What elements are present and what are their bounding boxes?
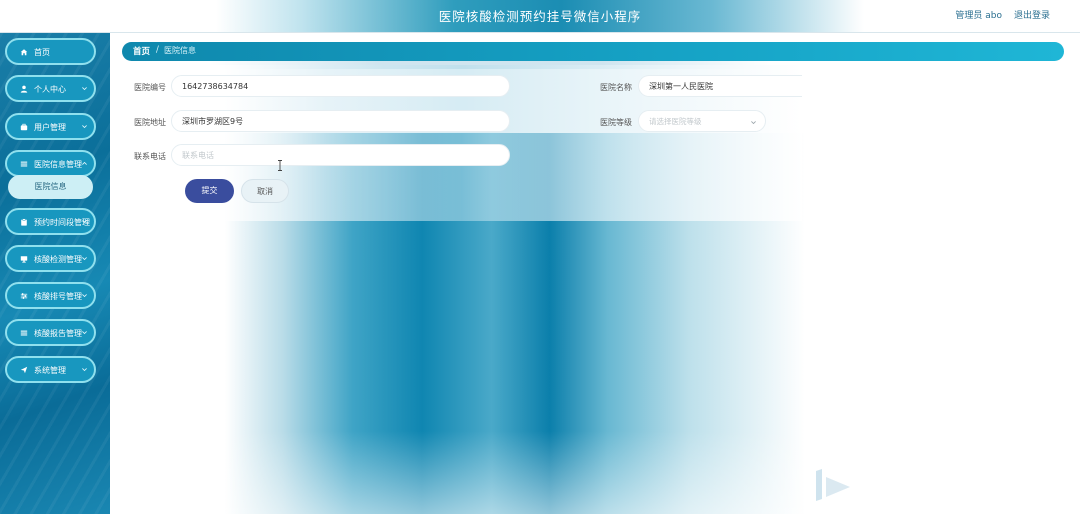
phone-field[interactable]: 联系电话 (171, 144, 510, 166)
hospital-address-label: 医院地址 (134, 118, 166, 127)
sidebar-item-personal-center[interactable]: 个人中心 (5, 75, 96, 102)
chevron-down-icon (82, 294, 87, 298)
hospital-no-field[interactable]: 1642738634784 (171, 75, 510, 97)
hospital-no-label: 医院编号 (134, 83, 166, 92)
sidebar-item-label: 医院信息管理 (34, 160, 82, 169)
monitor-icon (20, 256, 28, 263)
sidebar-item-appointment-slot-management[interactable]: 预约时间段管理 (5, 208, 96, 235)
chevron-down-icon (82, 87, 87, 91)
sidebar-item-user-management[interactable]: 用户管理 (5, 113, 96, 140)
current-user-label: 管理员 abo (955, 11, 1002, 21)
clipboard-icon (21, 218, 27, 226)
chevron-down-icon (82, 220, 87, 224)
hospital-address-field[interactable]: 深圳市罗湖区9号 (171, 110, 510, 132)
hospital-name-field[interactable]: 深圳第一人民医院 (638, 75, 802, 97)
sidebar-item-label: 核酸排号管理 (34, 292, 82, 301)
app-title: 医院核酸检测预约挂号微信小程序 (438, 9, 642, 24)
sidebar-item-label: 个人中心 (34, 85, 66, 94)
user-icon (20, 85, 28, 93)
chevron-down-icon (751, 121, 756, 125)
submit-button[interactable]: 提交 (185, 179, 234, 203)
breadcrumb-home-link[interactable]: 首页 (133, 45, 150, 57)
chevron-down-icon (82, 368, 87, 372)
hospital-info-form: 医院编号 1642738634784 医院名称 深圳第一人民医院 医院地址 深圳… (122, 65, 802, 221)
briefcase-icon (20, 123, 28, 131)
app-root: 医院核酸检测预约挂号微信小程序 管理员 abo 退出登录 首页 个人中心 用户管… (0, 0, 1080, 519)
sidebar-item-label: 首页 (34, 48, 50, 57)
hospital-level-select[interactable]: 请选择医院等级 (638, 110, 766, 132)
phone-label: 联系电话 (134, 152, 166, 161)
sidebar-item-system-management[interactable]: 系统管理 (5, 356, 96, 383)
sidebar-item-label: 系统管理 (34, 366, 66, 375)
hospital-level-label: 医院等级 (600, 118, 632, 127)
chevron-down-icon (82, 125, 87, 129)
sidebar-item-nucleic-test-management[interactable]: 核酸检测管理 (5, 245, 96, 272)
sidebar: 首页 个人中心 用户管理 医院信息管理 医院信息 预约时间段管理 核酸检测管理 (0, 33, 110, 515)
sidebar-item-label: 核酸检测管理 (34, 255, 82, 264)
sidebar-subitem-hospital-info[interactable]: 医院信息 (8, 175, 93, 199)
sidebar-item-label: 用户管理 (34, 123, 66, 132)
hospital-level-placeholder: 请选择医院等级 (649, 117, 702, 126)
chevron-up-icon (82, 161, 87, 165)
chevron-down-icon (82, 257, 87, 261)
text-cursor-icon (278, 160, 282, 171)
home-icon (20, 49, 28, 56)
top-header: 医院核酸检测预约挂号微信小程序 管理员 abo 退出登录 (0, 0, 1080, 33)
sidebar-item-hospital-info-management[interactable]: 医院信息管理 (5, 150, 96, 177)
sidebar-item-nucleic-report-management[interactable]: 核酸报告管理 (5, 319, 96, 346)
brand-watermark-icon (816, 469, 850, 501)
sidebar-item-label: 核酸报告管理 (34, 329, 82, 338)
sidebar-item-home[interactable]: 首页 (5, 38, 96, 65)
hospital-name-label: 医院名称 (600, 83, 632, 92)
main-content: 首页 / 医院信息 医院编号 1642738634784 医院名称 深圳第一人民… (110, 33, 1080, 515)
breadcrumb: 首页 / 医院信息 (122, 42, 1064, 61)
cancel-button[interactable]: 取消 (241, 179, 289, 203)
breadcrumb-separator: / (156, 45, 159, 55)
send-icon (20, 366, 28, 374)
list-icon (20, 161, 28, 167)
list-icon (20, 330, 28, 336)
breadcrumb-current: 医院信息 (164, 46, 196, 55)
bottom-frame (0, 514, 1080, 519)
logout-link[interactable]: 退出登录 (1014, 8, 1050, 21)
chevron-down-icon (82, 331, 87, 335)
sidebar-item-nucleic-queue-management[interactable]: 核酸排号管理 (5, 282, 96, 309)
sliders-icon (20, 293, 28, 299)
